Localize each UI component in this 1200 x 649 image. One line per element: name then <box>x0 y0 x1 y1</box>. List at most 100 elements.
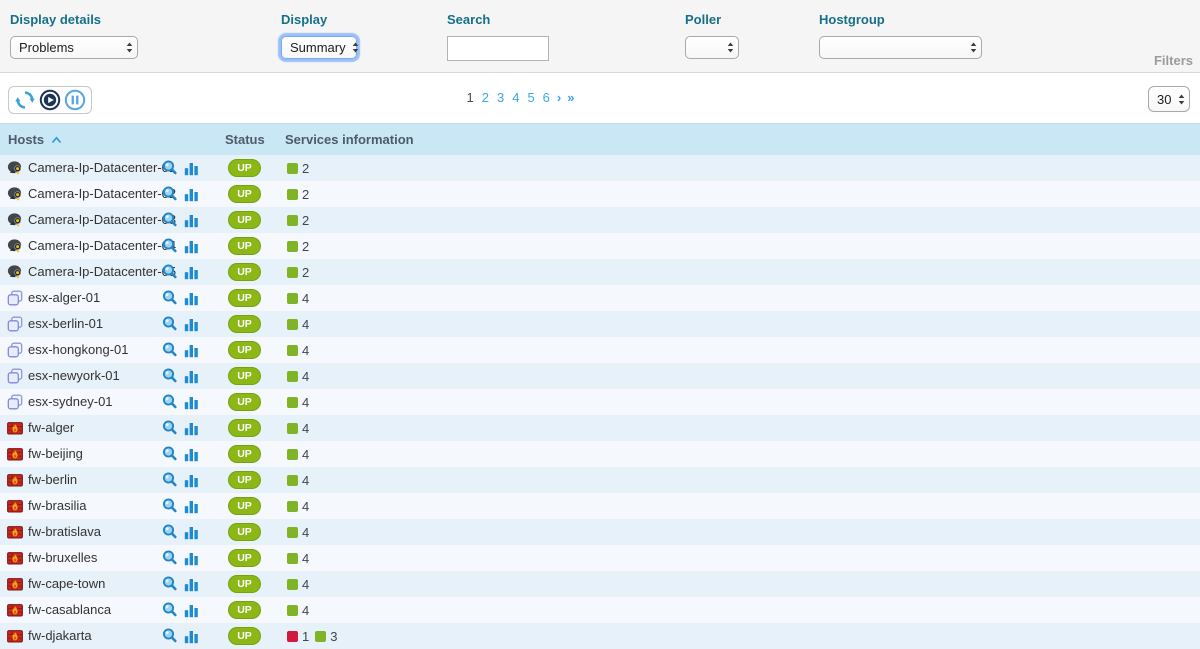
host-detail-magnifier-icon[interactable] <box>162 290 177 308</box>
table-header: Hosts Status Services information <box>0 123 1200 155</box>
service-critical-square <box>287 631 298 642</box>
services-cell: 4 <box>287 493 315 519</box>
column-header-hosts[interactable]: Hosts <box>8 132 62 147</box>
host-row: fw-cape-town UP 4 <box>0 571 1200 597</box>
host-graph-icon[interactable] <box>184 498 199 517</box>
host-graph-icon[interactable] <box>184 316 199 335</box>
host-graph-icon[interactable] <box>184 212 199 231</box>
host-graph-icon[interactable] <box>184 290 199 309</box>
poller-select[interactable] <box>685 36 739 59</box>
host-name[interactable]: Camera-Ip-Datacenter-03 <box>28 212 176 227</box>
esx-host-icon <box>7 316 23 332</box>
host-detail-magnifier-icon[interactable] <box>162 576 177 594</box>
host-graph-icon[interactable] <box>184 186 199 205</box>
host-graph-icon[interactable] <box>184 576 199 595</box>
hostgroup-select[interactable] <box>819 36 982 59</box>
host-graph-icon[interactable] <box>184 628 199 647</box>
host-detail-magnifier-icon[interactable] <box>162 264 177 282</box>
host-detail-magnifier-icon[interactable] <box>162 186 177 204</box>
host-status-badge: UP <box>228 159 261 177</box>
service-ok-square <box>287 215 298 226</box>
host-name[interactable]: Camera-Ip-Datacenter-02 <box>28 186 176 201</box>
host-graph-icon[interactable] <box>184 160 199 179</box>
host-graph-icon[interactable] <box>184 238 199 257</box>
host-graph-icon[interactable] <box>184 264 199 283</box>
service-ok-square <box>287 423 298 434</box>
select-arrows-icon <box>1178 94 1185 105</box>
column-header-services[interactable]: Services information <box>285 132 414 147</box>
host-detail-magnifier-icon[interactable] <box>162 212 177 230</box>
host-graph-icon[interactable] <box>184 446 199 465</box>
display-select[interactable]: Summary <box>281 36 357 59</box>
display-label: Display <box>281 12 357 27</box>
host-detail-magnifier-icon[interactable] <box>162 628 177 646</box>
host-graph-icon[interactable] <box>184 420 199 439</box>
host-name[interactable]: fw-alger <box>28 420 74 435</box>
poller-group: Poller <box>685 12 739 59</box>
host-name[interactable]: esx-newyork-01 <box>28 368 120 383</box>
host-name[interactable]: fw-cape-town <box>28 576 105 591</box>
host-name[interactable]: fw-brasilia <box>28 498 87 513</box>
host-row: fw-bruxelles UP 4 <box>0 545 1200 571</box>
page-1[interactable]: 1 <box>467 90 474 105</box>
services-cell: 13 <box>287 623 343 649</box>
host-name[interactable]: fw-berlin <box>28 472 77 487</box>
host-graph-icon[interactable] <box>184 394 199 413</box>
search-input[interactable] <box>447 36 549 61</box>
firewall-host-icon <box>7 524 23 540</box>
host-detail-magnifier-icon[interactable] <box>162 394 177 412</box>
host-detail-magnifier-icon[interactable] <box>162 446 177 464</box>
pagination: 123456 › » <box>0 90 1040 105</box>
page-4[interactable]: 4 <box>512 90 519 105</box>
column-header-status[interactable]: Status <box>225 132 265 147</box>
services-cell: 2 <box>287 181 315 207</box>
host-name[interactable]: Camera-Ip-Datacenter-01 <box>28 160 176 175</box>
host-detail-magnifier-icon[interactable] <box>162 472 177 490</box>
page-2[interactable]: 2 <box>482 90 489 105</box>
host-name[interactable]: esx-alger-01 <box>28 290 100 305</box>
page-size-select[interactable]: 30 <box>1148 86 1190 112</box>
host-detail-magnifier-icon[interactable] <box>162 316 177 334</box>
host-detail-magnifier-icon[interactable] <box>162 602 177 620</box>
host-name[interactable]: fw-bruxelles <box>28 550 97 565</box>
host-graph-icon[interactable] <box>184 472 199 491</box>
host-row: fw-djakarta UP 13 <box>0 623 1200 649</box>
last-page-icon[interactable]: » <box>567 90 574 105</box>
host-name[interactable]: fw-djakarta <box>28 628 92 643</box>
service-ok-square <box>287 241 298 252</box>
host-name[interactable]: Camera-Ip-Datacenter-05 <box>28 264 176 279</box>
service-ok-square <box>287 553 298 564</box>
host-detail-magnifier-icon[interactable] <box>162 368 177 386</box>
service-count: 3 <box>330 629 337 644</box>
service-count: 4 <box>302 551 309 566</box>
host-name[interactable]: esx-hongkong-01 <box>28 342 128 357</box>
host-detail-magnifier-icon[interactable] <box>162 524 177 542</box>
next-page-icon[interactable]: › <box>557 90 561 105</box>
page-5[interactable]: 5 <box>527 90 534 105</box>
host-name[interactable]: esx-sydney-01 <box>28 394 113 409</box>
host-name[interactable]: fw-bratislava <box>28 524 101 539</box>
host-name[interactable]: esx-berlin-01 <box>28 316 103 331</box>
host-detail-magnifier-icon[interactable] <box>162 238 177 256</box>
host-detail-magnifier-icon[interactable] <box>162 550 177 568</box>
services-cell: 4 <box>287 389 315 415</box>
host-name[interactable]: Camera-Ip-Datacenter-04 <box>28 238 176 253</box>
host-detail-magnifier-icon[interactable] <box>162 342 177 360</box>
camera-host-icon <box>7 238 23 254</box>
service-ok-square <box>287 189 298 200</box>
filters-button[interactable]: Filters <box>1154 53 1193 68</box>
host-graph-icon[interactable] <box>184 602 199 621</box>
display-details-select[interactable]: Problems <box>10 36 138 59</box>
host-graph-icon[interactable] <box>184 550 199 569</box>
page-3[interactable]: 3 <box>497 90 504 105</box>
host-graph-icon[interactable] <box>184 524 199 543</box>
host-name[interactable]: fw-beijing <box>28 446 83 461</box>
host-detail-magnifier-icon[interactable] <box>162 498 177 516</box>
page-6[interactable]: 6 <box>543 90 550 105</box>
display-details-group: Display details Problems <box>10 12 138 59</box>
host-graph-icon[interactable] <box>184 342 199 361</box>
host-name[interactable]: fw-casablanca <box>28 602 111 617</box>
host-detail-magnifier-icon[interactable] <box>162 420 177 438</box>
host-graph-icon[interactable] <box>184 368 199 387</box>
host-detail-magnifier-icon[interactable] <box>162 160 177 178</box>
